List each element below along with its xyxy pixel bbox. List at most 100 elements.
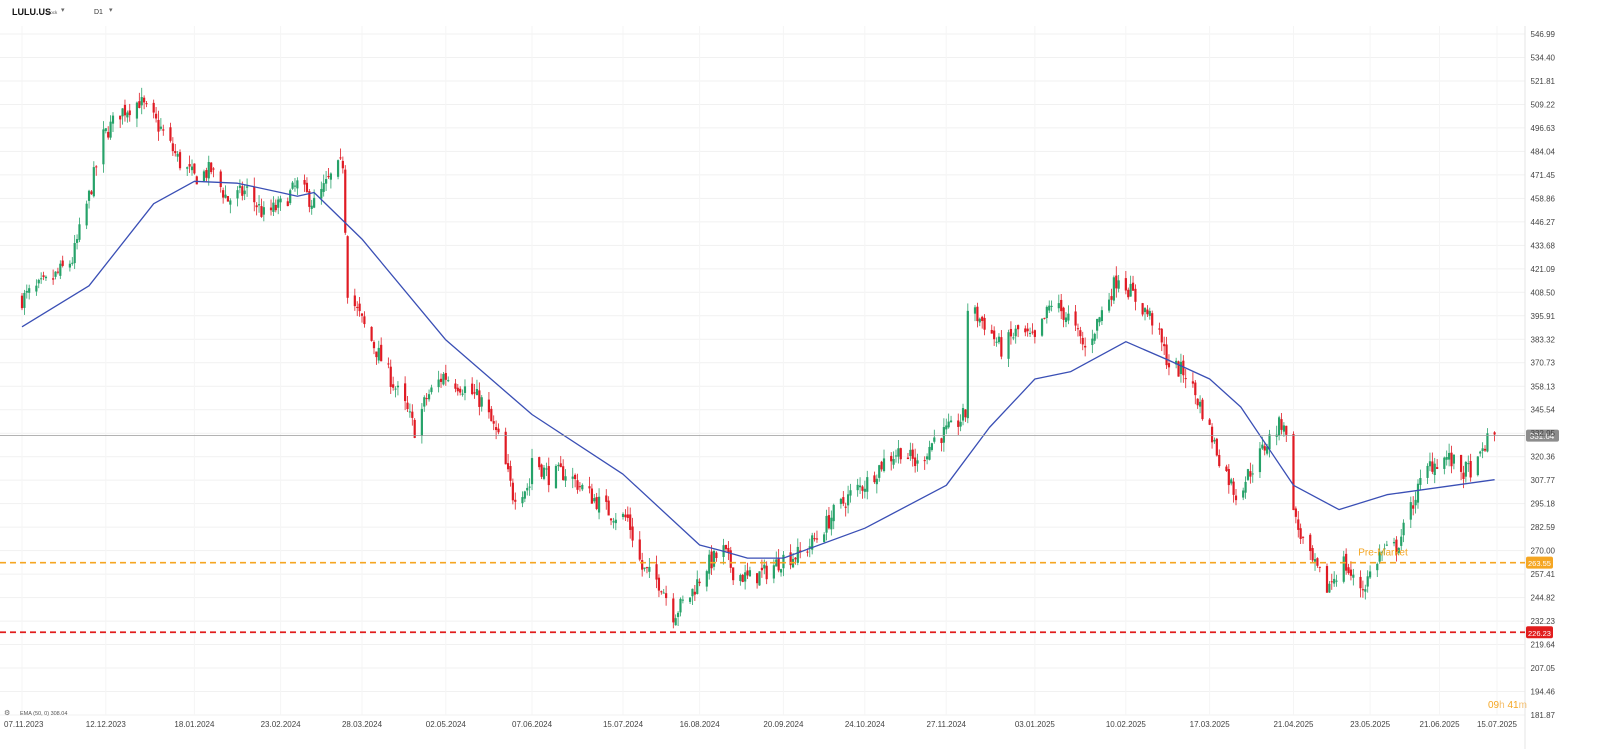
y-tick-label: 534.40 <box>1531 53 1556 62</box>
candle <box>178 149 182 171</box>
countdown-minutes: 41 <box>1507 700 1519 711</box>
candle-body <box>1062 307 1065 320</box>
candle <box>830 510 833 536</box>
candle <box>1167 354 1171 376</box>
candle-body <box>1081 337 1084 345</box>
candle-body <box>171 143 174 152</box>
candle-body <box>353 295 356 307</box>
indicator-settings-icon[interactable]: ⚙ <box>4 709 10 717</box>
candle-body <box>229 200 232 205</box>
candle-body <box>253 186 256 203</box>
candle-body <box>1294 508 1297 517</box>
candle-body <box>983 317 986 330</box>
candle <box>444 364 447 386</box>
candle-body <box>226 196 230 202</box>
candle <box>1301 536 1305 544</box>
candle <box>1124 271 1127 295</box>
candle-body <box>138 101 141 109</box>
candle-body <box>1246 469 1250 480</box>
candle <box>171 137 174 156</box>
candle-body <box>842 497 845 504</box>
candle <box>1409 496 1412 528</box>
candle <box>1074 305 1077 332</box>
candle <box>1131 275 1135 291</box>
candle <box>1098 316 1101 327</box>
candle-body <box>238 185 241 188</box>
candle-body <box>899 448 902 460</box>
candle-body <box>909 449 912 457</box>
candle-body <box>1476 456 1479 476</box>
candle-body <box>1096 318 1099 331</box>
candle-body <box>1201 399 1204 420</box>
candle <box>90 190 93 195</box>
candle-body <box>878 465 881 478</box>
candle-body <box>219 171 222 188</box>
candle <box>631 517 634 548</box>
candle-body <box>437 379 440 388</box>
candle <box>966 303 969 424</box>
candle-body <box>1124 278 1127 291</box>
candle <box>262 201 265 222</box>
candle-body <box>1433 463 1436 475</box>
candle-body <box>1227 469 1230 486</box>
candle <box>1464 460 1467 483</box>
candlestick-series <box>20 87 1496 629</box>
candle-body <box>806 551 809 553</box>
candle <box>997 333 1001 345</box>
candle-body <box>188 164 191 167</box>
candle-body <box>423 397 426 407</box>
y-tick-label: 181.87 <box>1531 711 1556 720</box>
candle-body <box>712 550 716 567</box>
candle-body <box>1031 331 1034 333</box>
candle-body <box>545 468 548 470</box>
support-value: 226.23 <box>1528 629 1551 638</box>
candle-body <box>20 295 24 309</box>
candle <box>832 503 835 530</box>
candle <box>1079 326 1082 344</box>
candle-body <box>657 577 661 591</box>
candle <box>461 389 464 397</box>
candle <box>973 305 977 322</box>
candle <box>715 551 718 562</box>
candle-body <box>916 460 919 464</box>
candle-body <box>1084 345 1087 348</box>
candle-body <box>863 488 866 492</box>
candle-body <box>262 207 265 215</box>
candle-body <box>1012 337 1015 339</box>
candle-body <box>1184 378 1187 380</box>
candle <box>578 482 582 492</box>
candle-body <box>1024 328 1027 333</box>
y-tick-label: 370.73 <box>1531 359 1556 368</box>
candle-body <box>724 544 728 550</box>
candle <box>145 100 148 108</box>
candle <box>1160 328 1163 352</box>
candle-body <box>322 183 325 192</box>
candle <box>42 271 45 281</box>
candle-body <box>1493 432 1496 435</box>
candle <box>1148 307 1151 320</box>
candle-body <box>90 191 93 195</box>
candle <box>588 476 591 494</box>
candle <box>135 101 139 128</box>
candle <box>1294 506 1297 524</box>
candle-body <box>995 341 998 343</box>
candle <box>229 198 232 214</box>
candle <box>85 200 88 230</box>
candle <box>123 99 127 122</box>
candle-body <box>554 465 558 489</box>
candle-body <box>509 465 512 481</box>
candle <box>655 555 658 589</box>
candle <box>665 585 668 606</box>
candle <box>40 272 43 284</box>
candle-body <box>796 546 799 563</box>
candle-body <box>329 173 332 180</box>
candle <box>286 197 289 207</box>
x-tick-label: 17.03.2025 <box>1190 720 1231 729</box>
price-chart[interactable]: 331.64263.55Pre-Market226.23 546.99534.4… <box>0 0 1600 749</box>
candle-body <box>174 151 177 154</box>
candle <box>255 202 258 216</box>
candle <box>224 185 227 199</box>
candle-body <box>54 271 57 277</box>
candle <box>593 493 596 504</box>
candle-body <box>1143 308 1147 313</box>
